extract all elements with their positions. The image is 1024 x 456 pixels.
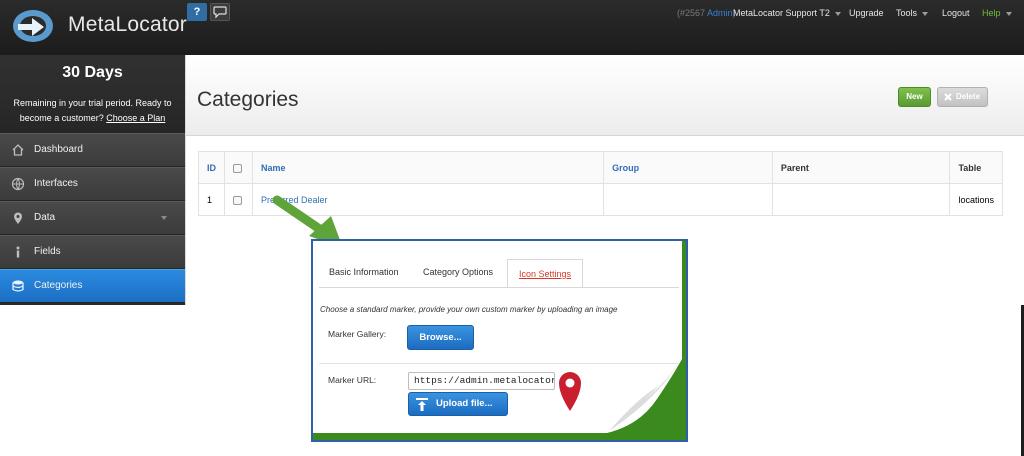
database-icon	[12, 280, 24, 292]
tools-menu[interactable]: Tools	[896, 8, 929, 18]
upload-icon	[416, 398, 428, 411]
new-button[interactable]: New	[898, 87, 931, 107]
chat-icon	[213, 6, 227, 19]
upload-file-label: Upload file...	[436, 398, 493, 409]
sidebar-item-fields[interactable]: Fields	[0, 235, 185, 269]
select-all-checkbox[interactable]	[233, 163, 242, 173]
column-header-parent: Parent	[771, 151, 951, 184]
sidebar-item-label: Interfaces	[34, 178, 78, 189]
icon-settings-description: Choose a standard marker, provide your o…	[320, 305, 618, 314]
chat-button[interactable]	[210, 3, 230, 21]
account-role: Admin)	[707, 8, 736, 18]
upgrade-link[interactable]: Upgrade	[849, 8, 884, 18]
tab-category-options[interactable]: Category Options	[423, 267, 493, 277]
trial-message: Remaining in your trial period. Ready to…	[4, 96, 181, 126]
help-button[interactable]: ?	[187, 3, 207, 21]
column-header-table: Table	[949, 151, 1003, 184]
chevron-down-icon	[922, 11, 929, 16]
sidebar-item-label: Categories	[34, 280, 83, 291]
row-parent	[771, 183, 951, 216]
account-menu[interactable]: MetaLocator Support T2	[733, 8, 841, 18]
marker-gallery-label: Marker Gallery:	[328, 329, 387, 339]
info-icon	[16, 246, 20, 258]
sidebar-item-data[interactable]: Data	[0, 201, 185, 235]
tab-divider	[319, 287, 679, 288]
tab-basic-information[interactable]: Basic Information	[329, 267, 399, 277]
home-icon	[12, 144, 24, 156]
column-header-select	[224, 151, 253, 184]
upload-file-button[interactable]: Upload file...	[408, 392, 508, 416]
marker-url-input[interactable]: https://admin.metalocator	[408, 372, 555, 390]
row-group	[603, 183, 773, 216]
choose-plan-link[interactable]: Choose a Plan	[106, 113, 165, 123]
sidebar-item-dashboard[interactable]: Dashboard	[0, 133, 185, 167]
row-select	[224, 183, 253, 216]
close-icon	[944, 93, 952, 101]
column-header-group[interactable]: Group	[603, 151, 773, 184]
logout-link[interactable]: Logout	[942, 8, 970, 18]
delete-label: Delete	[956, 92, 981, 101]
page-curl	[597, 359, 682, 435]
sidebar-item-categories[interactable]: Categories	[0, 269, 185, 303]
column-header-id[interactable]: ID	[198, 151, 225, 184]
icon-settings-panel: Basic Information Category Options Icon …	[313, 241, 682, 435]
table-header-row: ID Name Group Parent Table	[198, 151, 1003, 184]
chevron-down-icon	[161, 216, 167, 220]
help-menu[interactable]: Help	[982, 8, 1012, 18]
sidebar-item-label: Data	[34, 212, 56, 223]
page-title: Categories	[197, 88, 299, 111]
sidebar-item-label: Dashboard	[34, 144, 83, 155]
row-table: locations	[949, 183, 1003, 216]
account-name: MetaLocator Support T2	[733, 8, 830, 18]
top-bar: MetaLocator ? (#2567 Admin) MetaLocator …	[0, 0, 1024, 55]
sidebar-item-label: Fields	[34, 246, 61, 257]
chevron-down-icon	[1005, 11, 1012, 16]
sidebar: 30 Days Remaining in your trial period. …	[0, 55, 185, 305]
chevron-down-icon	[834, 11, 841, 16]
account-info: (#2567 Admin)	[677, 8, 736, 18]
logo-icon	[13, 10, 53, 42]
globe-icon	[11, 177, 25, 191]
logo-text: MetaLocator	[68, 13, 187, 36]
logo[interactable]: MetaLocator	[10, 6, 187, 46]
marker-url-label: Marker URL:	[328, 375, 377, 385]
browse-button[interactable]: Browse...	[407, 325, 474, 350]
map-marker-icon	[559, 372, 581, 411]
row-id: 1	[198, 183, 225, 216]
delete-button[interactable]: Delete	[937, 87, 988, 107]
help-label: Help	[982, 8, 1001, 18]
sidebar-item-interfaces[interactable]: Interfaces	[0, 167, 185, 201]
row-checkbox[interactable]	[233, 195, 242, 205]
tools-label: Tools	[896, 8, 918, 18]
trial-panel: 30 Days Remaining in your trial period. …	[0, 55, 185, 133]
tab-icon-settings[interactable]: Icon Settings	[507, 259, 583, 288]
column-header-name[interactable]: Name	[251, 151, 605, 184]
account-id: (#2567	[677, 8, 706, 18]
page-header: Categories New Delete	[186, 58, 1024, 136]
map-pin-icon	[14, 212, 22, 224]
trial-days: 30 Days	[62, 64, 123, 81]
